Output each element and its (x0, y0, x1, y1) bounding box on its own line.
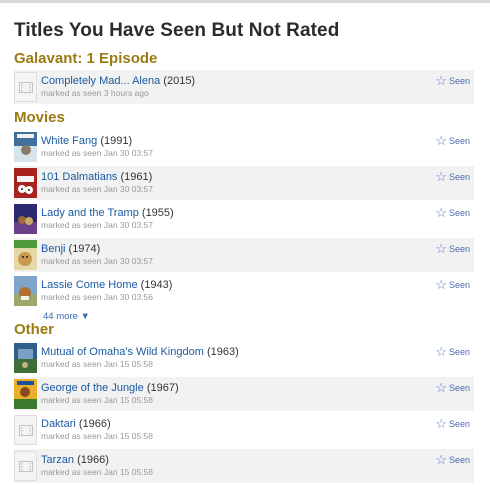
title-year: (2015) (163, 75, 196, 87)
list-item: Tarzan (1966) marked as seen Jan 15 05:5… (14, 449, 474, 483)
title-year: (1955) (141, 207, 174, 219)
title-link[interactable]: Daktari (41, 418, 76, 430)
seen-label: Seen (448, 419, 470, 429)
seen-button[interactable]: ☆ Seen (435, 133, 470, 149)
list-item: Benji (1974) marked as seen Jan 30 03:57… (14, 238, 474, 272)
list-item: Mutual of Omaha's Wild Kingdom (1963) ma… (14, 341, 474, 375)
seen-button[interactable]: ☆ Seen (435, 241, 470, 257)
seen-label: Seen (448, 455, 470, 465)
poster-thumbnail[interactable] (14, 343, 37, 373)
title-link[interactable]: 101 Dalmatians (41, 171, 117, 183)
seen-timestamp: marked as seen Jan 15 05:58 (41, 359, 153, 369)
film-placeholder-icon (14, 72, 37, 102)
star-outline-icon: ☆ (435, 277, 447, 292)
star-outline-icon: ☆ (435, 380, 447, 395)
title-link[interactable]: Benji (41, 243, 65, 255)
star-outline-icon: ☆ (435, 344, 447, 359)
film-placeholder-icon (14, 415, 37, 445)
title-year: (1991) (100, 135, 133, 147)
seen-timestamp: marked as seen Jan 15 05:58 (41, 431, 153, 441)
seen-button[interactable]: ☆ Seen (435, 416, 470, 432)
seen-timestamp: marked as seen Jan 30 03:57 (41, 184, 153, 194)
list-item: Lady and the Tramp (1955) marked as seen… (14, 202, 474, 236)
seen-timestamp: marked as seen Jan 15 05:58 (41, 395, 153, 405)
seen-button[interactable]: ☆ Seen (435, 277, 470, 293)
seen-timestamp: marked as seen Jan 30 03:57 (41, 148, 153, 158)
star-outline-icon: ☆ (435, 416, 447, 431)
title-link[interactable]: George of the Jungle (41, 382, 144, 394)
title-link[interactable]: Mutual of Omaha's Wild Kingdom (41, 346, 204, 358)
star-outline-icon: ☆ (435, 452, 447, 467)
title-link[interactable]: White Fang (41, 135, 97, 147)
seen-label: Seen (448, 172, 470, 182)
list-item: Daktari (1966) marked as seen Jan 15 05:… (14, 413, 474, 447)
poster-thumbnail[interactable] (14, 132, 37, 162)
seen-button[interactable]: ☆ Seen (435, 452, 470, 468)
seen-button[interactable]: ☆ Seen (435, 73, 470, 89)
title-link[interactable]: Completely Mad... Alena (41, 75, 160, 87)
section-title-movies: Movies (14, 109, 65, 126)
seen-timestamp: marked as seen Jan 15 05:58 (41, 467, 153, 477)
title-link[interactable]: Tarzan (41, 454, 74, 466)
star-outline-icon: ☆ (435, 241, 447, 256)
title-year: (1963) (206, 346, 239, 358)
seen-label: Seen (448, 208, 470, 218)
list-item: George of the Jungle (1967) marked as se… (14, 377, 474, 411)
title-year: (1961) (120, 171, 153, 183)
seen-timestamp: marked as seen Jan 30 03:57 (41, 256, 153, 266)
seen-label: Seen (448, 136, 470, 146)
seen-label: Seen (448, 383, 470, 393)
seen-button[interactable]: ☆ Seen (435, 344, 470, 360)
section-title-galavant: Galavant: 1 Episode (14, 50, 158, 67)
seen-label: Seen (448, 347, 470, 357)
title-link[interactable]: Lady and the Tramp (41, 207, 139, 219)
star-outline-icon: ☆ (435, 73, 447, 88)
list-item: White Fang (1991) marked as seen Jan 30 … (14, 130, 474, 164)
title-link[interactable]: Lassie Come Home (41, 279, 138, 291)
title-year: (1943) (140, 279, 173, 291)
seen-button[interactable]: ☆ Seen (435, 380, 470, 396)
star-outline-icon: ☆ (435, 133, 447, 148)
list-item: Lassie Come Home (1943) marked as seen J… (14, 274, 474, 308)
star-outline-icon: ☆ (435, 169, 447, 184)
title-year: (1966) (77, 454, 109, 466)
list-item: 101 Dalmatians (1961) marked as seen Jan… (14, 166, 474, 200)
page-title: Titles You Have Seen But Not Rated (14, 20, 340, 41)
seen-button[interactable]: ☆ Seen (435, 205, 470, 221)
poster-thumbnail[interactable] (14, 168, 37, 198)
top-border (0, 0, 490, 3)
title-year: (1966) (78, 418, 111, 430)
seen-timestamp: marked as seen Jan 30 03:56 (41, 292, 153, 302)
seen-timestamp: marked as seen Jan 30 03:57 (41, 220, 153, 230)
poster-thumbnail[interactable] (14, 240, 37, 270)
title-year: (1974) (68, 243, 101, 255)
seen-label: Seen (448, 244, 470, 254)
list-item: Completely Mad... Alena (2015) marked as… (14, 70, 474, 104)
seen-label: Seen (448, 76, 470, 86)
poster-thumbnail[interactable] (14, 276, 37, 306)
seen-timestamp: marked as seen 3 hours ago (41, 88, 149, 98)
seen-button[interactable]: ☆ Seen (435, 169, 470, 185)
title-year: (1967) (146, 382, 179, 394)
section-title-other: Other (14, 321, 55, 338)
poster-thumbnail[interactable] (14, 379, 37, 409)
seen-label: Seen (448, 280, 470, 290)
poster-thumbnail[interactable] (14, 204, 37, 234)
film-placeholder-icon (14, 451, 37, 481)
star-outline-icon: ☆ (435, 205, 447, 220)
